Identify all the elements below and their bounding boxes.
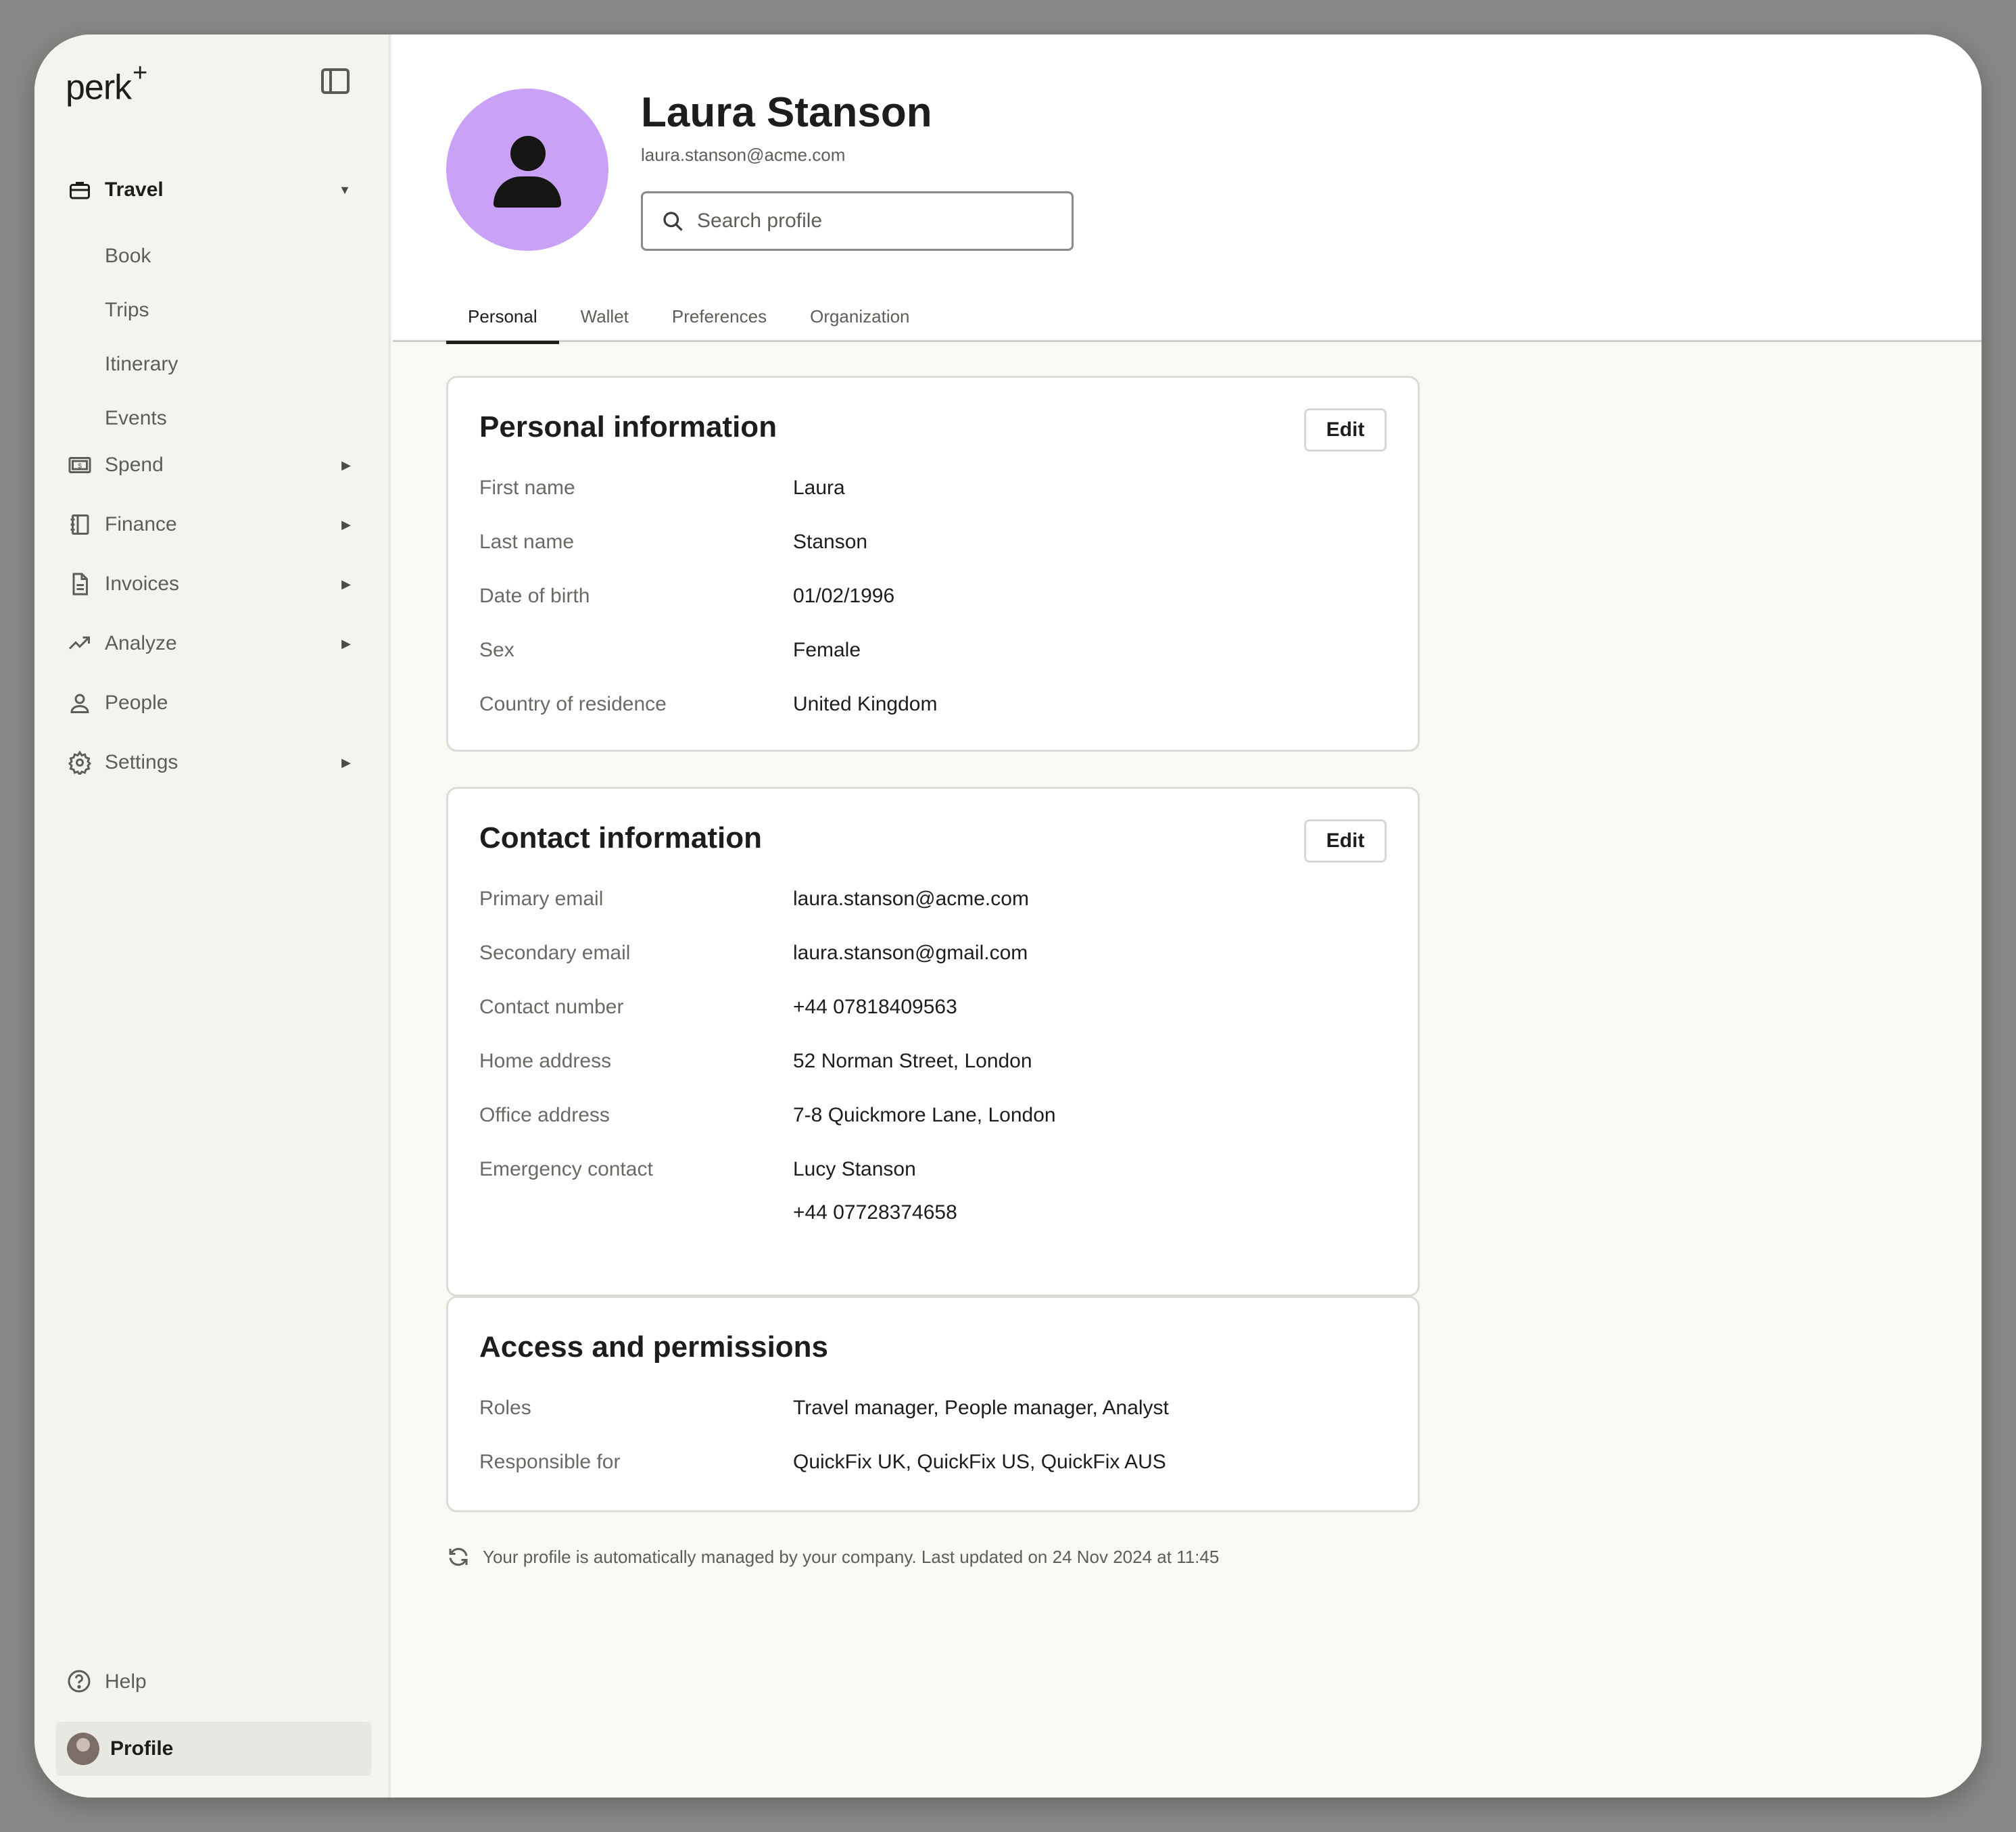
row-value: 52 Norman Street, London — [793, 1050, 1032, 1072]
profile-avatar — [446, 89, 608, 251]
row-label: Last name — [479, 531, 575, 553]
personal-info-card: Personal information Edit First name Laur… — [446, 376, 1420, 752]
row-label: Date of birth — [479, 585, 590, 607]
row-value: United Kingdom — [793, 693, 938, 715]
sync-note-text: Your profile is automatically managed by… — [483, 1546, 1220, 1567]
row-label: Emergency contact — [479, 1158, 653, 1180]
tab-organization[interactable]: Organization — [788, 299, 931, 342]
row-value: Stanson — [793, 531, 868, 553]
sidebar-item-invoices[interactable]: Invoices ▶ — [67, 564, 364, 604]
sidebar-item-label: Finance — [105, 513, 177, 535]
sidebar-item-label: Settings — [105, 751, 178, 773]
row-label: Country of residence — [479, 693, 667, 715]
sidebar-item-label: Analyze — [105, 632, 177, 654]
document-icon — [67, 571, 93, 597]
person-icon — [67, 690, 93, 716]
avatar — [67, 1733, 99, 1765]
row-value: 7-8 Quickmore Lane, London — [793, 1104, 1056, 1126]
search-icon — [663, 212, 683, 231]
help-icon — [67, 1669, 93, 1695]
user-silhouette-body — [494, 176, 561, 208]
chevron-down-icon[interactable]: ▼ — [339, 183, 351, 197]
profile-email: laura.stanson@acme.com — [641, 145, 846, 165]
ledger-icon — [67, 512, 93, 537]
sidebar-item-profile[interactable]: Profile — [56, 1722, 371, 1776]
sidebar-collapse-icon[interactable] — [321, 68, 350, 94]
chevron-right-icon[interactable]: ▶ — [341, 577, 351, 592]
tab-wallet[interactable]: Wallet — [559, 299, 650, 342]
sidebar-subitem-itinerary[interactable]: Itinerary — [105, 353, 178, 376]
row-label: First name — [479, 477, 575, 499]
row-label: Secondary email — [479, 942, 631, 964]
gear-icon — [67, 750, 93, 775]
row-value: +44 07728374658 — [793, 1201, 957, 1224]
row-value: +44 07818409563 — [793, 996, 957, 1018]
access-card: Access and permissions Roles Travel manag… — [446, 1296, 1420, 1512]
row-value: Lucy Stanson — [793, 1158, 916, 1180]
row-label: Responsible for — [479, 1451, 621, 1473]
sidebar-item-label: Invoices — [105, 573, 180, 595]
sidebar-subitem-events[interactable]: Events — [105, 407, 167, 430]
sidebar-subitem-book[interactable]: Book — [105, 245, 151, 268]
row-value: QuickFix UK, QuickFix US, QuickFix AUS — [793, 1451, 1166, 1473]
search-input[interactable] — [697, 210, 1062, 233]
row-label: Office address — [479, 1104, 610, 1126]
sidebar-item-label: Travel — [105, 178, 164, 201]
row-label: Home address — [479, 1050, 612, 1072]
chevron-right-icon[interactable]: ▶ — [341, 458, 351, 473]
sync-note: Your profile is automatically managed by… — [446, 1545, 1219, 1569]
card-title: Contact information — [479, 821, 762, 854]
edit-personal-button[interactable]: Edit — [1304, 408, 1387, 452]
refresh-icon — [449, 1547, 468, 1566]
row-value: Female — [793, 639, 861, 661]
chevron-right-icon[interactable]: ▶ — [341, 518, 351, 532]
row-label: Contact number — [479, 996, 624, 1018]
row-label: Primary email — [479, 888, 604, 910]
card-title: Access and permissions — [479, 1330, 829, 1364]
chevron-right-icon[interactable]: ▶ — [341, 637, 351, 651]
money-icon: $ — [67, 452, 93, 478]
card-title: Personal information — [479, 410, 777, 443]
row-value: laura.stanson@gmail.com — [793, 942, 1028, 964]
edit-contact-button[interactable]: Edit — [1304, 819, 1387, 863]
logo[interactable]: perk+ — [66, 59, 147, 107]
tab-preferences[interactable]: Preferences — [650, 299, 788, 342]
help-link[interactable]: Help — [67, 1669, 147, 1695]
briefcase-icon — [67, 177, 93, 203]
row-value: Travel manager, People manager, Analyst — [793, 1397, 1169, 1419]
profile-header: Laura Stanson laura.stanson@acme.com Per… — [393, 34, 1982, 344]
sidebar-item-label: Profile — [110, 1737, 174, 1760]
sidebar-item-finance[interactable]: Finance ▶ — [67, 504, 364, 545]
search-box[interactable] — [641, 191, 1074, 251]
row-label: Roles — [479, 1397, 531, 1419]
trend-icon — [67, 631, 93, 656]
sidebar-item-travel[interactable]: Travel ▼ — [67, 170, 364, 210]
sidebar-item-spend[interactable]: $ Spend ▶ — [67, 445, 364, 485]
main-content: Laura Stanson laura.stanson@acme.com Per… — [393, 34, 1982, 1798]
help-label: Help — [105, 1670, 147, 1693]
profile-tabs: Personal Wallet Preferences Organization — [446, 299, 932, 344]
row-label: Sex — [479, 639, 514, 661]
tab-personal[interactable]: Personal — [446, 299, 559, 344]
sidebar-item-label: People — [105, 692, 168, 714]
sidebar-item-label: Spend — [105, 454, 164, 476]
row-value: laura.stanson@acme.com — [793, 888, 1029, 910]
contact-info-card: Contact information Edit Primary email la… — [446, 787, 1420, 1297]
svg-text:$: $ — [78, 462, 82, 471]
chevron-right-icon[interactable]: ▶ — [341, 756, 351, 770]
user-silhouette-icon — [510, 136, 546, 171]
row-value: 01/02/1996 — [793, 585, 895, 607]
sidebar-item-analyze[interactable]: Analyze ▶ — [67, 623, 364, 664]
sidebar: perk+ Travel ▼ Book Trips Itinerary Even… — [34, 34, 391, 1798]
sidebar-subitem-trips[interactable]: Trips — [105, 299, 149, 322]
row-value: Laura — [793, 477, 845, 499]
app-window: perk+ Travel ▼ Book Trips Itinerary Even… — [34, 34, 1982, 1798]
profile-name: Laura Stanson — [641, 89, 932, 136]
sidebar-item-people[interactable]: People — [67, 683, 364, 723]
sidebar-item-settings[interactable]: Settings ▶ — [67, 742, 364, 783]
